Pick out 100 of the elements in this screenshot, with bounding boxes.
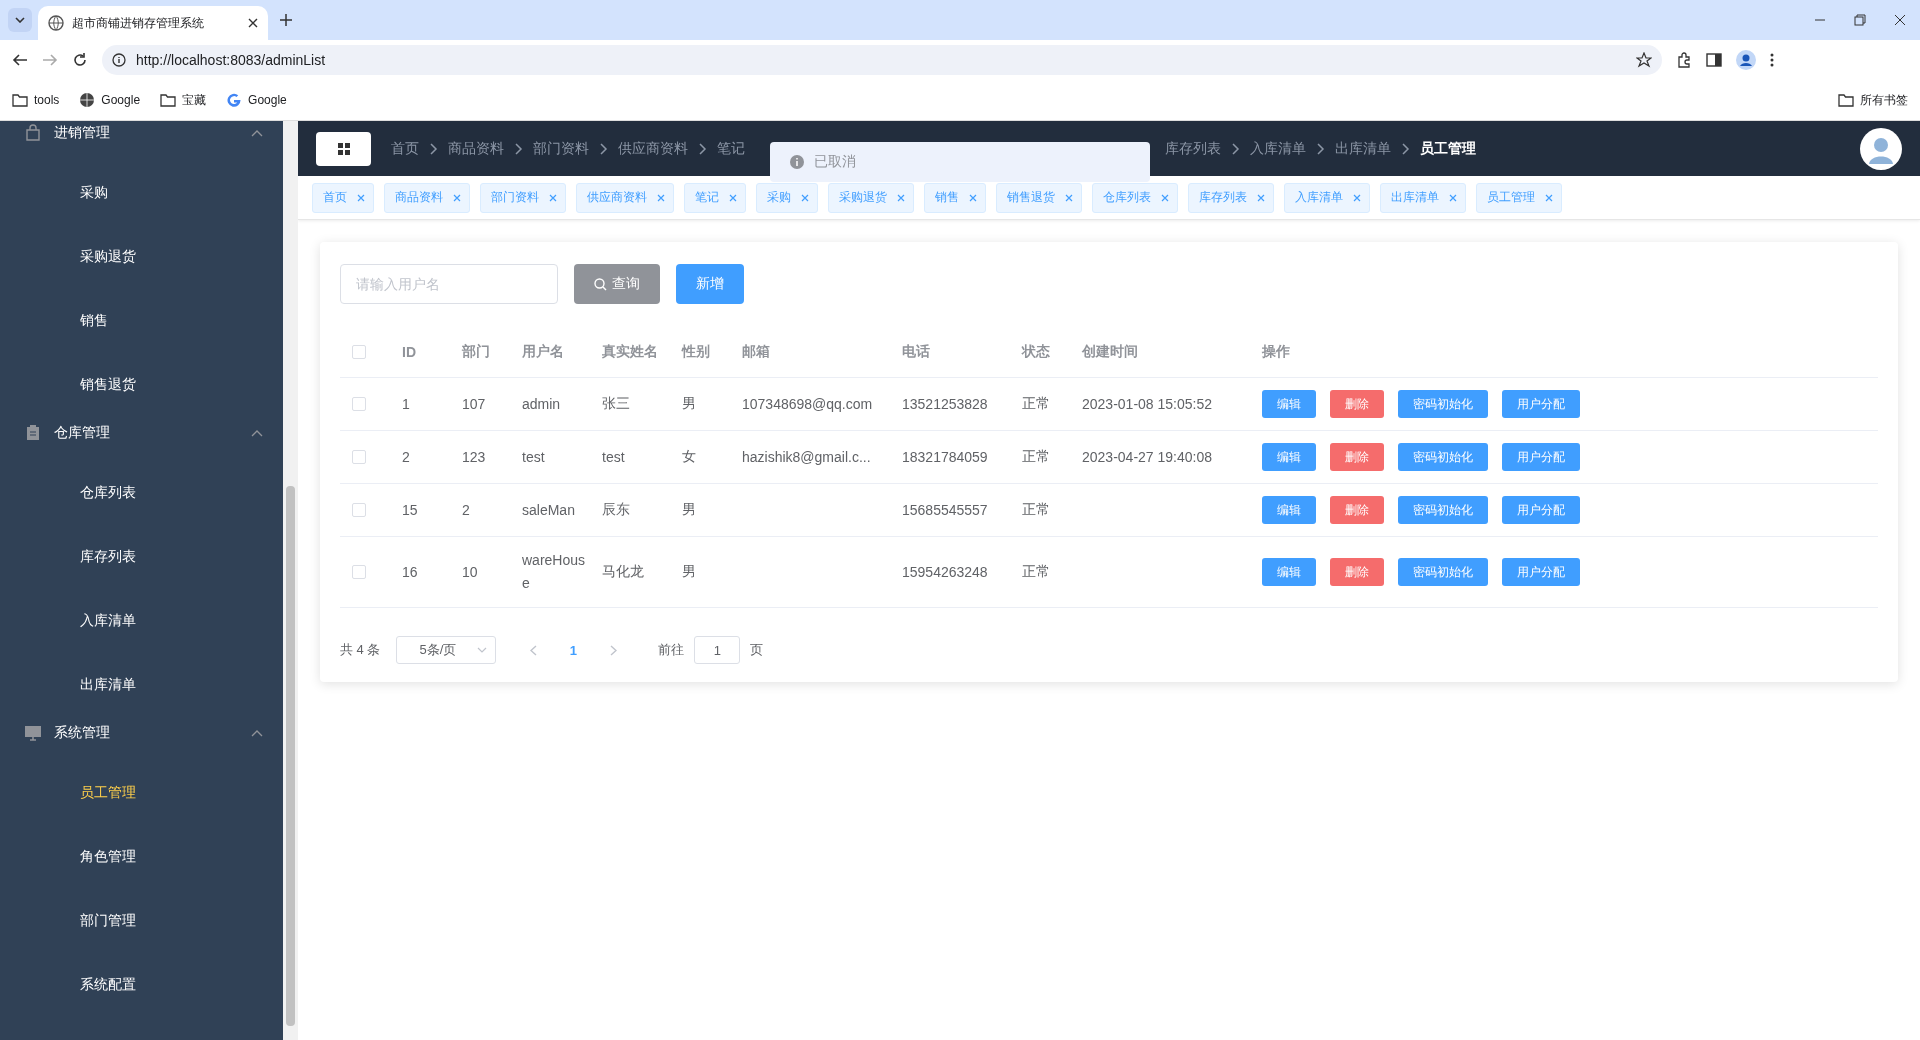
page-size-select[interactable]: 5条/页: [396, 636, 497, 664]
goto-label: 前往: [658, 641, 685, 659]
plus-icon[interactable]: [280, 14, 292, 26]
star-icon[interactable]: [1636, 52, 1652, 68]
forward-icon[interactable]: [42, 52, 58, 68]
breadcrumb-item[interactable]: 首页: [391, 139, 419, 158]
search-button[interactable]: 查询: [574, 264, 660, 304]
page-number[interactable]: 1: [558, 641, 589, 659]
column-header: 操作: [1262, 342, 1290, 361]
breadcrumb-item[interactable]: 库存列表: [1165, 139, 1221, 158]
bookmark[interactable]: tools: [12, 92, 60, 108]
breadcrumb-item[interactable]: 员工管理: [1420, 139, 1476, 158]
menu-item[interactable]: 仓库列表: [0, 461, 283, 525]
breadcrumb-item[interactable]: 部门资料: [533, 139, 589, 158]
checkbox[interactable]: [352, 565, 366, 579]
checkbox[interactable]: [352, 344, 366, 359]
menu-item[interactable]: 采购: [0, 161, 283, 225]
chevron-icon: [429, 142, 438, 155]
checkbox[interactable]: [352, 503, 366, 517]
more-icon[interactable]: [1770, 52, 1774, 68]
action-button[interactable]: 编辑: [1262, 558, 1316, 586]
column-header: 性别: [682, 342, 710, 361]
tab-title: 超市商铺进销存管理系统: [72, 14, 205, 32]
tag[interactable]: 销售: [924, 182, 986, 213]
extensions-icon[interactable]: [1676, 52, 1692, 68]
checkbox[interactable]: [352, 450, 366, 464]
side-panel-icon[interactable]: [1706, 52, 1722, 68]
menu-item[interactable]: 库存列表: [0, 525, 283, 589]
search-field[interactable]: 请输入用户名: [340, 264, 558, 304]
tag[interactable]: 销售退货: [996, 182, 1082, 213]
menu-item[interactable]: 员工管理: [0, 761, 283, 825]
breadcrumb-item[interactable]: 商品资料: [448, 139, 504, 158]
table-cell: 2023-04-27 19:40:08: [1082, 449, 1212, 465]
breadcrumb-item[interactable]: 出库清单: [1335, 139, 1391, 158]
breadcrumb-item[interactable]: 供应商资料: [618, 139, 688, 158]
reload-icon[interactable]: [72, 52, 88, 68]
profile-icon[interactable]: [1736, 50, 1756, 70]
tag[interactable]: 员工管理: [1476, 182, 1562, 213]
menu-item[interactable]: 系统配置: [0, 953, 283, 1017]
browser-tab[interactable]: 超市商铺进销存管理系统: [38, 6, 268, 40]
table-cell: 男: [682, 563, 696, 581]
menu-item[interactable]: 部门管理: [0, 889, 283, 953]
avatar[interactable]: [1860, 127, 1902, 170]
tag[interactable]: 商品资料: [384, 182, 470, 213]
delete-button[interactable]: 删除: [1330, 390, 1384, 418]
action-button[interactable]: 用户分配: [1502, 390, 1580, 418]
total-count: 共 4 条: [340, 641, 381, 659]
tag[interactable]: 仓库列表: [1092, 182, 1178, 213]
page-input[interactable]: 1: [694, 636, 741, 664]
tag[interactable]: 首页: [312, 182, 374, 213]
all-bookmarks[interactable]: 所有书签: [1838, 91, 1908, 109]
add-button[interactable]: 新增: [676, 264, 744, 304]
action-button[interactable]: 密码初始化: [1398, 390, 1488, 418]
tag[interactable]: 供应商资料: [576, 182, 674, 213]
back-icon[interactable]: [12, 52, 28, 68]
url-text: http://localhost:8083/adminList: [136, 52, 327, 68]
table-cell: test: [602, 449, 625, 465]
action-button[interactable]: 用户分配: [1502, 496, 1580, 524]
tag[interactable]: 入库清单: [1284, 182, 1370, 213]
table-cell: 13521253828: [902, 396, 988, 412]
table-cell: 107348698@qq.com: [742, 396, 873, 412]
action-button[interactable]: 密码初始化: [1398, 496, 1488, 524]
address-bar[interactable]: http://localhost:8083/adminList: [102, 45, 1662, 75]
restore-icon[interactable]: [1854, 14, 1866, 26]
action-button[interactable]: 用户分配: [1502, 558, 1580, 586]
tag[interactable]: 出库清单: [1380, 182, 1466, 213]
breadcrumb-item[interactable]: 笔记: [717, 139, 745, 158]
tag[interactable]: 部门资料: [480, 182, 566, 213]
menu-group[interactable]: 进销管理: [0, 121, 283, 161]
delete-button[interactable]: 删除: [1330, 443, 1384, 471]
prev-icon[interactable]: [529, 644, 537, 656]
table-cell-text: saleMan: [522, 500, 575, 520]
caret-icon: [15, 17, 25, 23]
action-button[interactable]: 用户分配: [1502, 443, 1580, 471]
action-button[interactable]: 编辑: [1262, 390, 1316, 418]
bookmark[interactable]: Google: [79, 92, 141, 108]
tag[interactable]: 采购退货: [828, 182, 914, 213]
menu-item[interactable]: 销售: [0, 289, 283, 353]
bookmark[interactable]: 宝藏: [160, 91, 207, 109]
breadcrumb-item[interactable]: 入库清单: [1250, 139, 1306, 158]
scrollbar[interactable]: [283, 121, 298, 1040]
action-button[interactable]: 密码初始化: [1398, 558, 1488, 586]
menu-item[interactable]: 角色管理: [0, 825, 283, 889]
action-button[interactable]: 密码初始化: [1398, 443, 1488, 471]
checkbox[interactable]: [352, 397, 366, 411]
tag[interactable]: 采购: [756, 182, 818, 213]
tag[interactable]: 库存列表: [1188, 182, 1274, 213]
close-icon[interactable]: [248, 18, 258, 28]
menu-item[interactable]: 采购退货: [0, 225, 283, 289]
tab-list-button[interactable]: [8, 8, 32, 32]
action-button[interactable]: 编辑: [1262, 496, 1316, 524]
close-icon[interactable]: [1894, 14, 1906, 26]
next-icon[interactable]: [609, 644, 617, 656]
tag[interactable]: 笔记: [684, 182, 746, 213]
delete-button[interactable]: 删除: [1330, 496, 1384, 524]
bookmark[interactable]: Google: [226, 92, 287, 108]
action-button[interactable]: 编辑: [1262, 443, 1316, 471]
menu-button[interactable]: [316, 131, 371, 166]
delete-button[interactable]: 删除: [1330, 558, 1384, 586]
menu-item[interactable]: 入库清单: [0, 589, 283, 653]
